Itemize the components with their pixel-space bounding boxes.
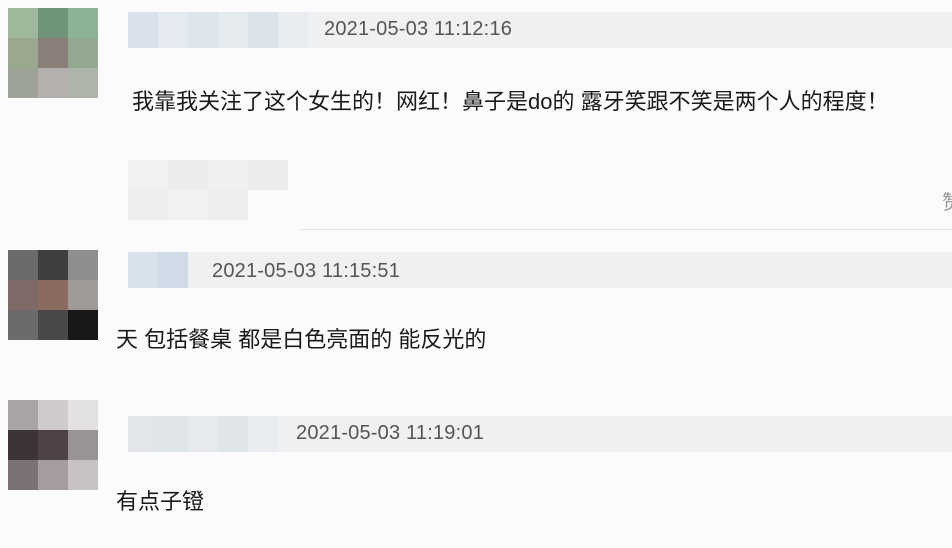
username-blurred[interactable] [128,252,188,288]
comment-text: 天 包括餐桌 都是白色亮面的 能反光的 [116,327,487,352]
comment-text: 我靠我关注了这个女生的！网红！鼻子是do的 露牙笑跟不笑是两个人的程度！ [132,89,889,114]
avatar[interactable] [8,250,98,340]
comment-text: 有点子镫 [116,489,205,514]
username-blurred[interactable] [128,12,308,48]
avatar[interactable] [8,8,98,98]
reply-blurred [128,190,248,220]
username-blurred[interactable] [128,416,278,452]
comment-timestamp: 2021-05-03 11:12:16 [324,18,513,40]
comment-item: 2021-05-03 11:19:01 有点子镫 [0,390,952,548]
comment-timestamp: 2021-05-03 11:15:51 [212,260,401,282]
comment-item: 2021-05-03 11:12:16 我靠我关注了这个女生的！网红！鼻子是do… [0,0,952,230]
reply-blurred [128,160,288,190]
avatar[interactable] [8,400,98,490]
comment-timestamp: 2021-05-03 11:19:01 [296,422,485,444]
comment-item: 2021-05-03 11:15:51 天 包括餐桌 都是白色亮面的 能反光的 [0,230,952,390]
like-button[interactable]: 赞 [942,186,952,215]
